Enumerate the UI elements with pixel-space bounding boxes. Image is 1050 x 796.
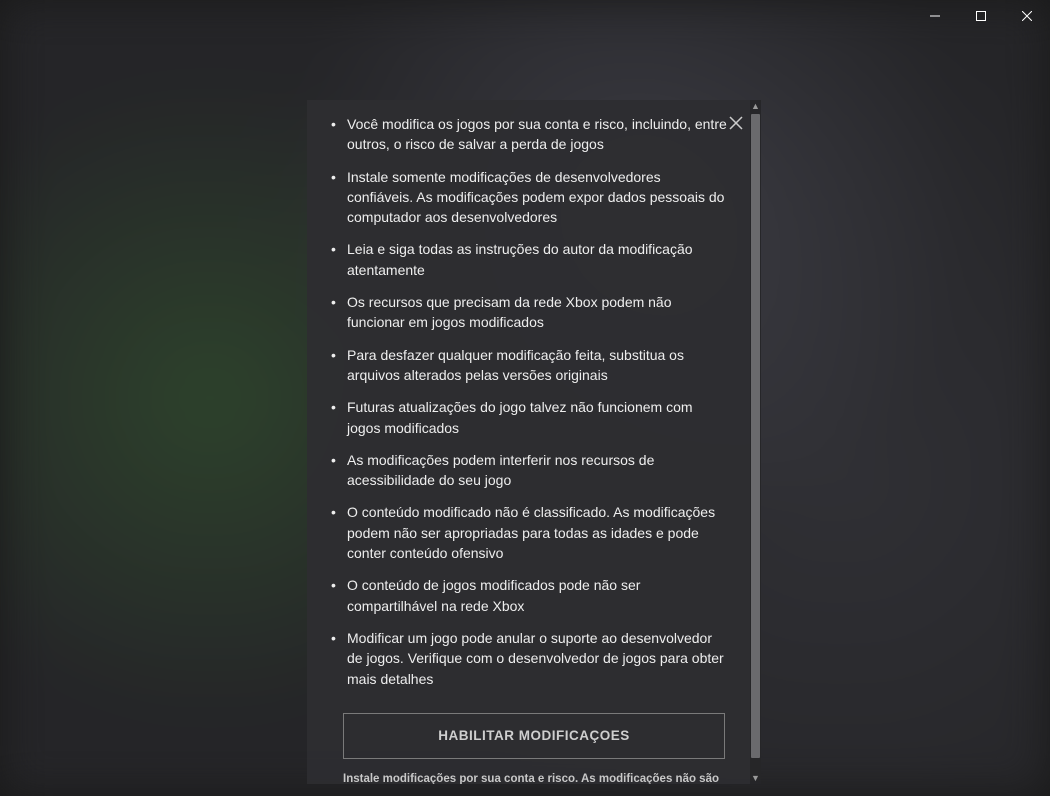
scrollbar-thumb[interactable] xyxy=(751,114,760,758)
list-item: Modificar um jogo pode anular o suporte … xyxy=(325,628,729,689)
scroll-down-icon[interactable]: ▼ xyxy=(750,772,761,784)
scroll-up-icon[interactable]: ▲ xyxy=(750,100,761,112)
list-item: Futuras atualizações do jogo talvez não … xyxy=(325,397,729,438)
list-item: Para desfazer qualquer modificação feita… xyxy=(325,345,729,386)
scrollbar[interactable]: ▲ ▼ xyxy=(750,100,761,784)
close-window-button[interactable] xyxy=(1004,0,1050,32)
list-item: O conteúdo modificado não é classificado… xyxy=(325,502,729,563)
enable-mods-button[interactable]: HABILITAR MODIFICAÇOES xyxy=(343,713,725,759)
list-item: O conteúdo de jogos modificados pode não… xyxy=(325,575,729,616)
close-dialog-button[interactable] xyxy=(721,108,751,138)
dialog-content: Você modifica os jogos por sua conta e r… xyxy=(307,100,761,784)
minimize-button[interactable] xyxy=(912,0,958,32)
list-item: Instale somente modificações de desenvol… xyxy=(325,167,729,228)
list-item: Leia e siga todas as instruções do autor… xyxy=(325,239,729,280)
dialog-footer: Instale modificações por sua conta e ris… xyxy=(325,759,743,784)
maximize-button[interactable] xyxy=(958,0,1004,32)
list-item: Você modifica os jogos por sua conta e r… xyxy=(325,114,729,155)
warning-list: Você modifica os jogos por sua conta e r… xyxy=(325,114,743,689)
disclaimer-text: Instale modificações por sua conta e ris… xyxy=(343,771,725,784)
window-titlebar xyxy=(912,0,1050,32)
list-item: As modificações podem interferir nos rec… xyxy=(325,450,729,491)
list-item: Os recursos que precisam da rede Xbox po… xyxy=(325,292,729,333)
enable-mods-dialog: Você modifica os jogos por sua conta e r… xyxy=(307,100,761,784)
